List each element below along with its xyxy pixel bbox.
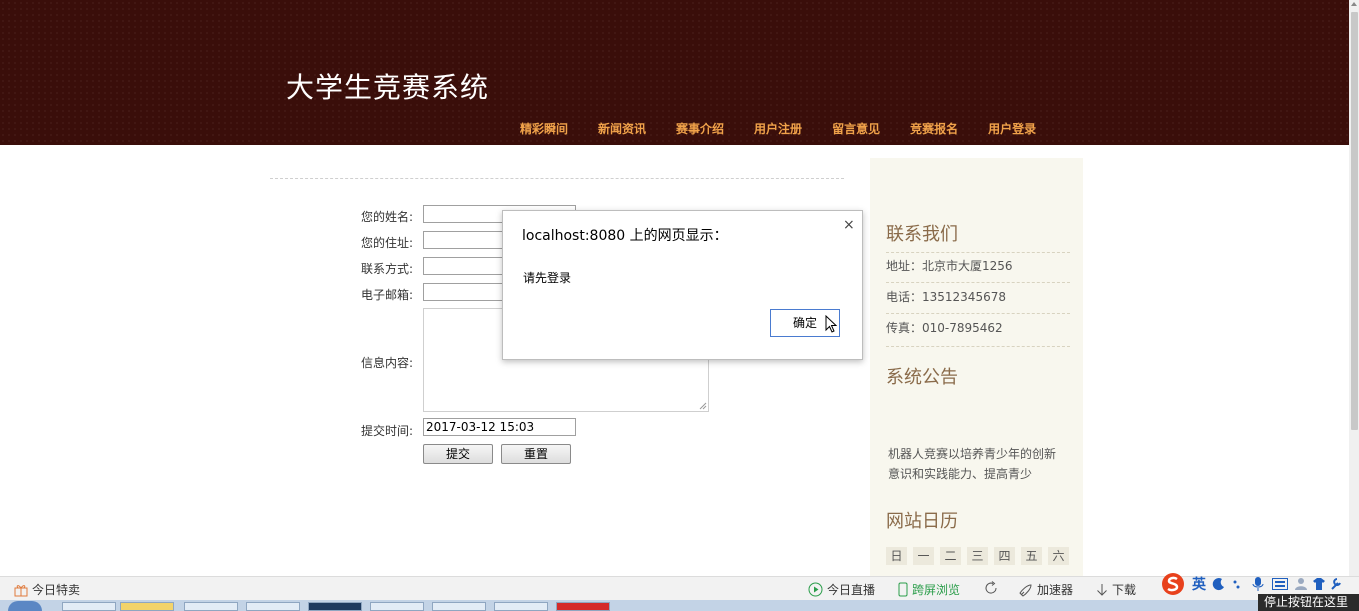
- download-link[interactable]: 下载: [1096, 581, 1136, 598]
- nav-item-signup[interactable]: 竞赛报名: [895, 120, 973, 138]
- taskbar-app-button[interactable]: [494, 602, 548, 611]
- taskbar-app-button[interactable]: [120, 602, 174, 611]
- user-icon[interactable]: [1294, 577, 1308, 591]
- refresh-icon: [985, 581, 997, 594]
- name-label: 您的姓名:: [360, 210, 413, 224]
- sidebar: 联系我们 地址：北京市大厦1256 电话：13512345678 传真：010-…: [870, 158, 1083, 578]
- accelerator-label: 加速器: [1037, 583, 1074, 597]
- calendar-day-header: 六: [1048, 547, 1069, 565]
- live-link[interactable]: 今日直播: [808, 581, 875, 598]
- time-input[interactable]: [423, 418, 576, 436]
- download-icon: [1097, 583, 1107, 596]
- punctuation-icon[interactable]: [1232, 577, 1242, 591]
- phone-icon: [898, 582, 908, 597]
- calendar-day-header: 二: [940, 547, 961, 565]
- close-icon[interactable]: ×: [843, 217, 855, 233]
- cross-screen-link[interactable]: 跨屏浏览: [898, 581, 960, 598]
- email-label: 电子邮箱:: [360, 288, 413, 302]
- contact-phone: 电话：13512345678: [886, 290, 1006, 304]
- taskbar-app-button[interactable]: [308, 602, 362, 611]
- play-icon: [808, 582, 823, 597]
- nav-item-highlights[interactable]: 精彩瞬间: [505, 120, 583, 138]
- dialog-message: 请先登录: [523, 271, 572, 285]
- live-label: 今日直播: [827, 583, 876, 597]
- cross-screen-label: 跨屏浏览: [912, 583, 961, 597]
- nav-item-news[interactable]: 新闻资讯: [583, 120, 661, 138]
- nav-item-register[interactable]: 用户注册: [739, 120, 817, 138]
- mouse-cursor-icon: [825, 315, 838, 333]
- keyboard-icon[interactable]: [1272, 578, 1288, 590]
- gift-icon: [14, 584, 28, 596]
- contact-label: 联系方式:: [360, 262, 413, 276]
- alert-dialog: localhost:8080 上的网页显示： × 请先登录 确定: [502, 210, 863, 360]
- address-label: 您的住址:: [360, 236, 413, 250]
- taskbar-app-button[interactable]: [246, 602, 300, 611]
- site-title: 大学生竞赛系统: [286, 71, 490, 104]
- calendar-day-header: 一: [913, 547, 934, 565]
- start-button[interactable]: [8, 601, 42, 611]
- ime-toolbar: 英: [1160, 572, 1350, 596]
- nav-item-login[interactable]: 用户登录: [973, 120, 1051, 138]
- dialog-title: localhost:8080 上的网页显示：: [522, 228, 728, 244]
- rocket-icon: [1019, 583, 1032, 597]
- refresh-button[interactable]: [984, 581, 1002, 595]
- stop-button-tooltip: 停止按钮在这里: [1258, 594, 1359, 611]
- calendar-day-header: 三: [967, 547, 988, 565]
- wrench-icon[interactable]: [1330, 577, 1342, 591]
- taskbar-app-button[interactable]: [432, 602, 486, 611]
- resize-handle-icon[interactable]: [699, 402, 707, 410]
- today-deals-link[interactable]: 今日特卖: [14, 581, 80, 598]
- divider: [886, 282, 1070, 283]
- taskbar-app-button[interactable]: [184, 602, 238, 611]
- contact-address: 地址：北京市大厦1256: [886, 259, 1013, 273]
- shirt-icon[interactable]: [1312, 577, 1326, 591]
- sogou-logo-icon[interactable]: [1160, 572, 1186, 596]
- content-label: 信息内容:: [360, 356, 413, 370]
- notice-text: 机器人竞赛以培养青少年的创新意识和实践能力、提高青少: [888, 447, 1057, 481]
- today-deals-label: 今日特卖: [32, 583, 81, 597]
- browser-statusbar: 今日特卖 今日直播 跨屏浏览 加速器 下载: [0, 576, 1359, 601]
- contact-heading: 联系我们: [886, 224, 958, 245]
- divider: [886, 313, 1070, 314]
- site-header: 大学生竞赛系统 精彩瞬间 新闻资讯 赛事介绍 用户注册 留言意见 竞赛报名 用户…: [0, 0, 1349, 145]
- nav-item-feedback[interactable]: 留言意见: [817, 120, 895, 138]
- scrollbar-thumb[interactable]: [1351, 12, 1358, 430]
- taskbar-app-button[interactable]: [62, 602, 116, 611]
- ime-language-toggle[interactable]: 英: [1192, 574, 1206, 594]
- contact-fax: 传真：010-7895462: [886, 321, 1003, 335]
- calendar-day-header: 五: [1021, 547, 1042, 565]
- calendar-weekdays: 日 一 二 三 四 五 六: [886, 547, 1075, 565]
- moon-icon[interactable]: [1212, 577, 1226, 591]
- taskbar-app-button[interactable]: [370, 602, 424, 611]
- divider: [886, 252, 1070, 253]
- main-nav: 精彩瞬间 新闻资讯 赛事介绍 用户注册 留言意见 竞赛报名 用户登录: [505, 120, 1051, 138]
- scroll-up-arrow-icon[interactable]: [1351, 2, 1357, 6]
- taskbar-app-button[interactable]: [556, 602, 610, 611]
- microphone-icon[interactable]: [1252, 576, 1264, 592]
- calendar-heading: 网站日历: [886, 511, 958, 532]
- nav-item-events[interactable]: 赛事介绍: [661, 120, 739, 138]
- calendar-day-header: 日: [886, 547, 907, 565]
- divider: [886, 346, 1070, 347]
- submit-button[interactable]: 提交: [423, 444, 493, 464]
- download-label: 下载: [1112, 583, 1137, 597]
- reset-button[interactable]: 重置: [501, 444, 571, 464]
- accelerator-link[interactable]: 加速器: [1019, 581, 1073, 598]
- calendar-day-header: 四: [994, 547, 1015, 565]
- time-label: 提交时间:: [360, 424, 413, 438]
- notice-heading: 系统公告: [886, 367, 958, 388]
- divider: [270, 178, 844, 179]
